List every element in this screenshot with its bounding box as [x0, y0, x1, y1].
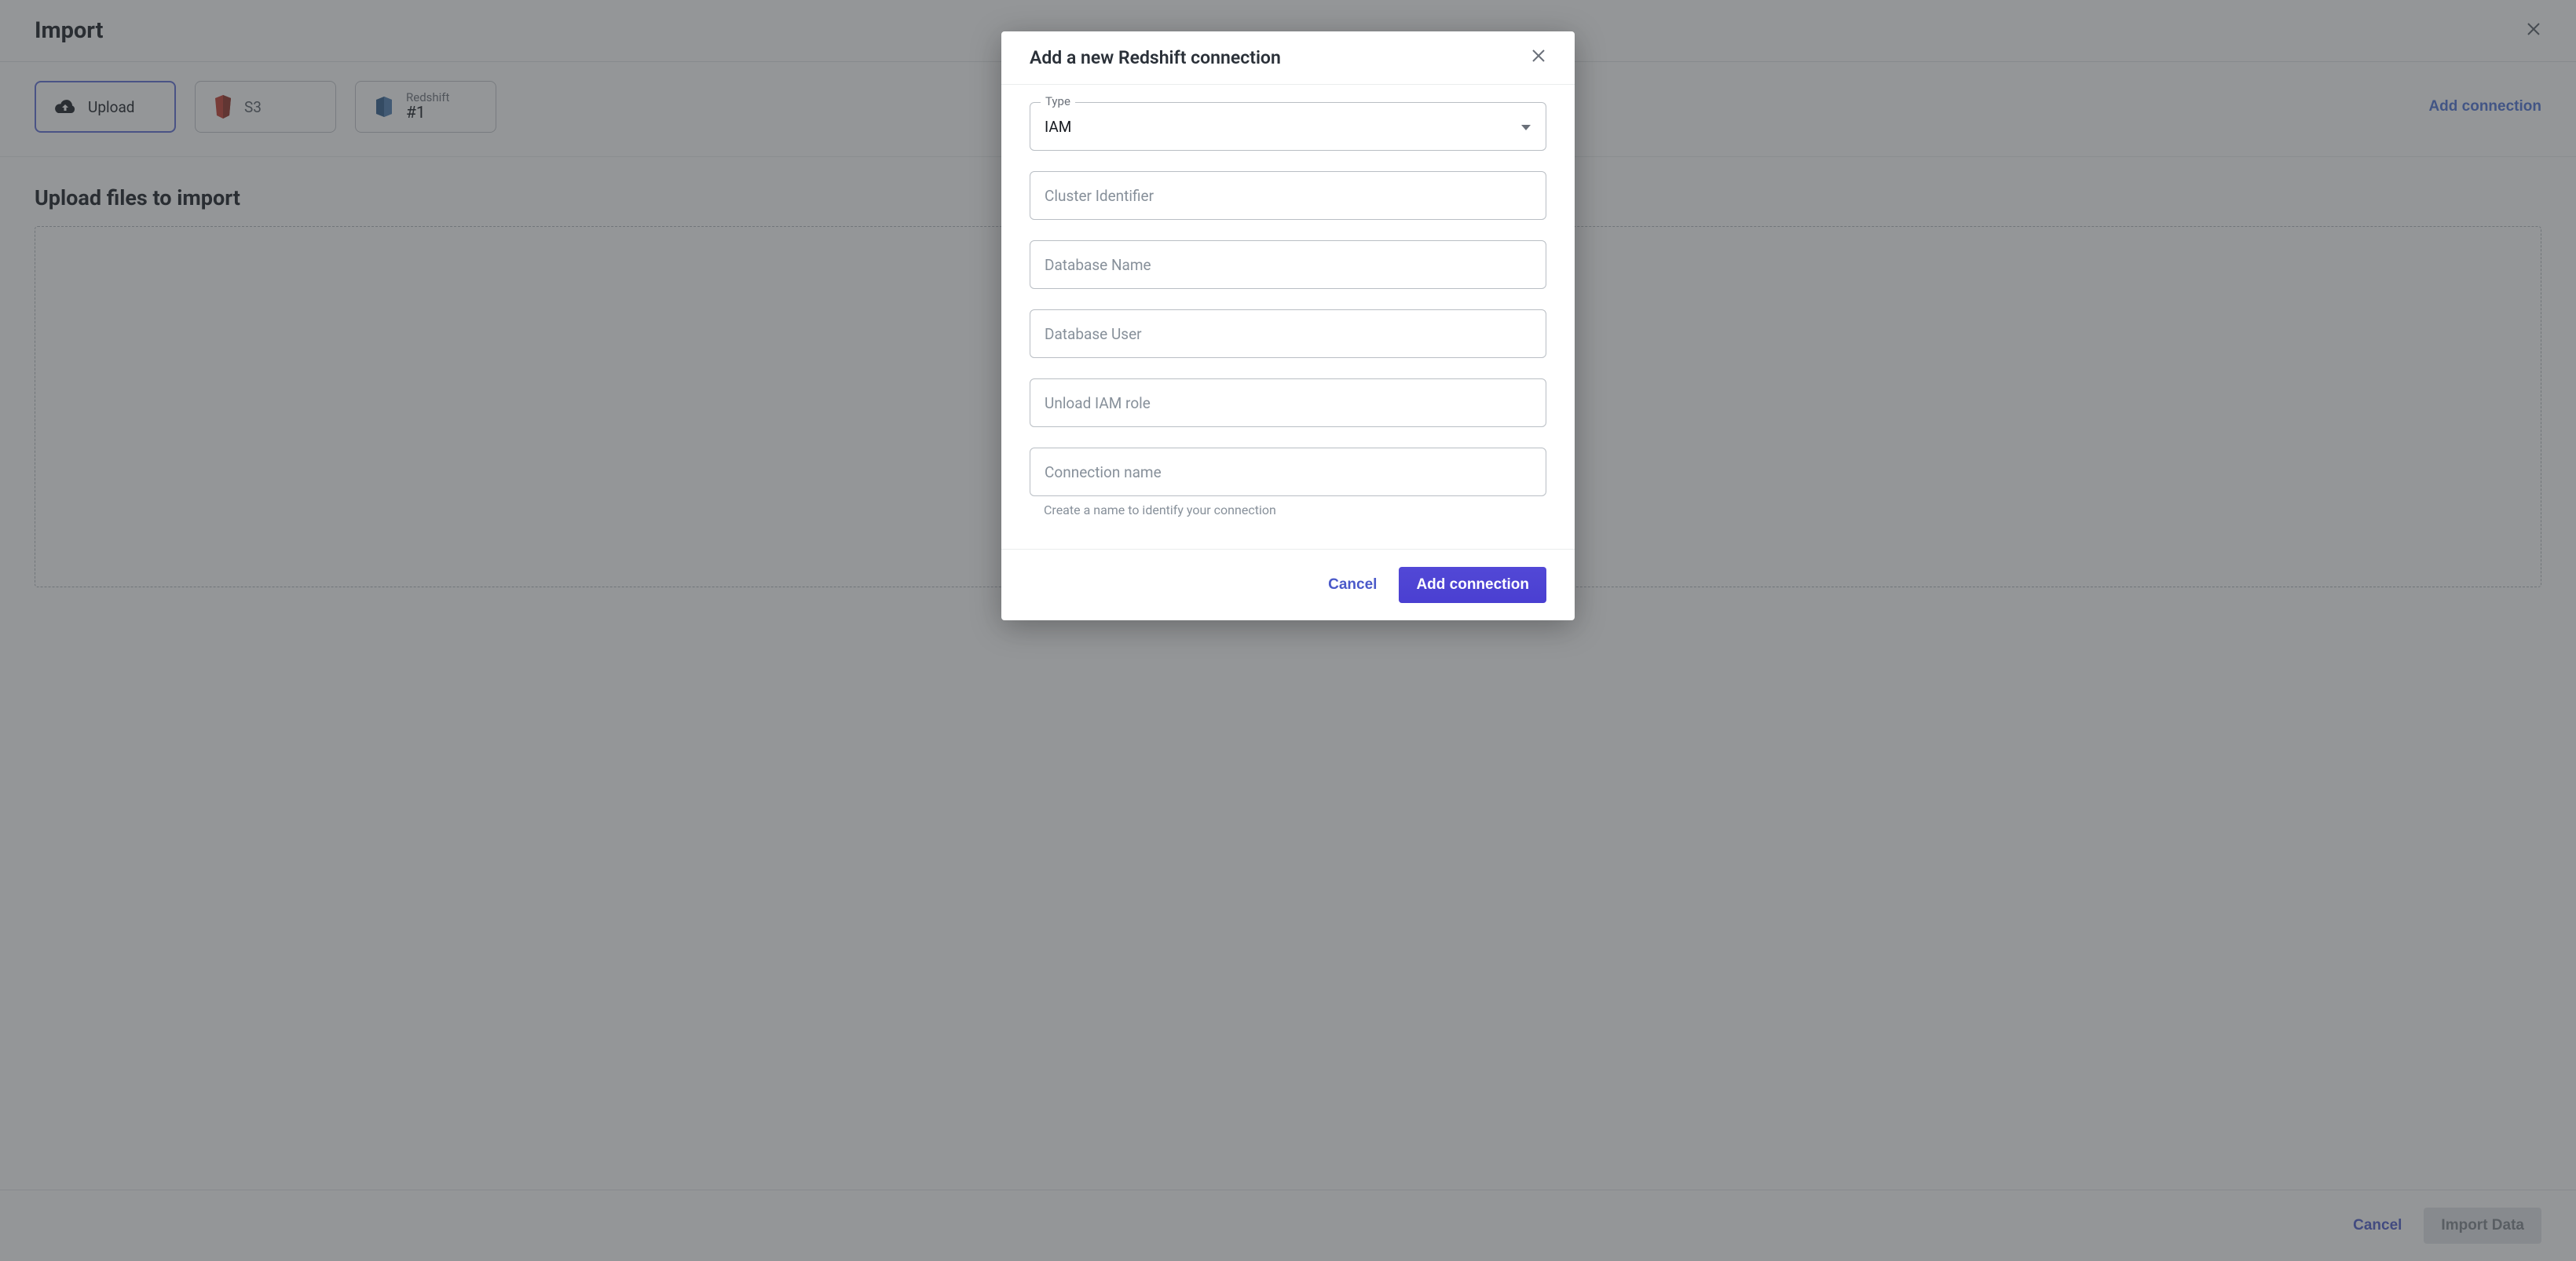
redshift-connection-modal: Add a new Redshift connection Type IAM C… — [1001, 31, 1575, 620]
unload-iam-role-field[interactable]: Unload IAM role — [1030, 378, 1546, 427]
connection-name-field[interactable]: Connection name — [1030, 448, 1546, 496]
connection-name-placeholder: Connection name — [1045, 463, 1162, 481]
database-user-placeholder: Database User — [1045, 325, 1142, 343]
cluster-identifier-field[interactable]: Cluster Identifier — [1030, 171, 1546, 220]
close-icon — [1531, 48, 1546, 64]
modal-cancel-button[interactable]: Cancel — [1328, 576, 1377, 594]
cluster-identifier-placeholder: Cluster Identifier — [1045, 187, 1154, 205]
modal-add-connection-button[interactable]: Add connection — [1399, 567, 1546, 603]
caret-down-icon — [1520, 118, 1531, 136]
modal-close-button[interactable] — [1531, 48, 1546, 68]
database-name-placeholder: Database Name — [1045, 256, 1151, 274]
modal-title: Add a new Redshift connection — [1030, 47, 1281, 68]
database-user-field[interactable]: Database User — [1030, 309, 1546, 358]
modal-overlay: Add a new Redshift connection Type IAM C… — [0, 0, 2576, 1261]
database-name-field[interactable]: Database Name — [1030, 240, 1546, 289]
type-select[interactable]: IAM — [1030, 102, 1546, 151]
type-field-label: Type — [1041, 94, 1075, 108]
connection-name-helper: Create a name to identify your connectio… — [1030, 503, 1546, 517]
unload-iam-role-placeholder: Unload IAM role — [1045, 394, 1151, 412]
type-select-value: IAM — [1045, 118, 1071, 136]
